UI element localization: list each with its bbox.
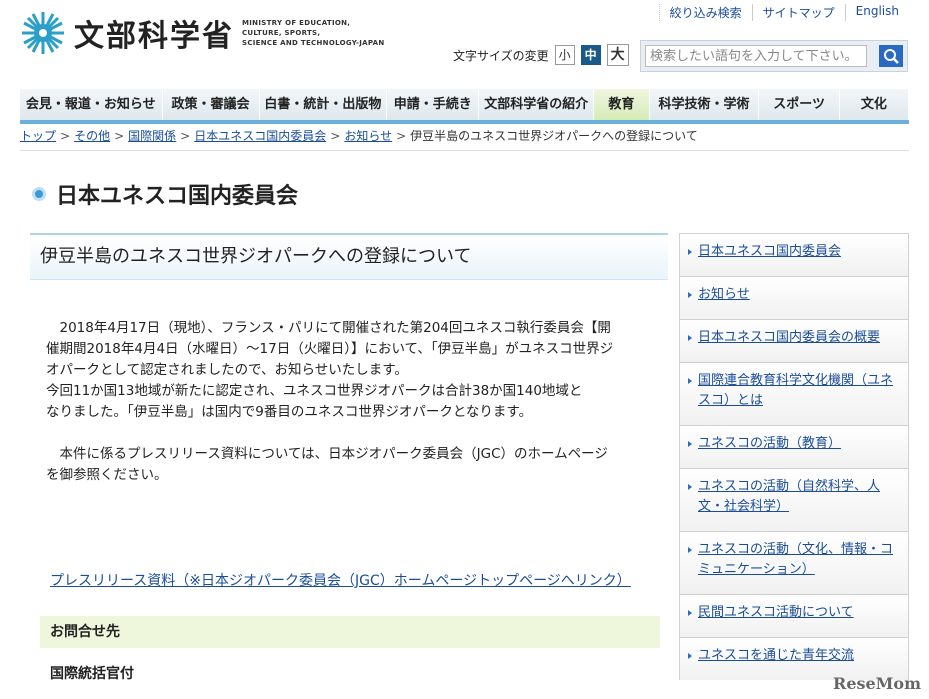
breadcrumb: トップ > その他 > 国際関係 > 日本ユネスコ国内委員会 > お知らせ > 伊豆半島のユネスコ世…	[20, 127, 909, 151]
nav-applications[interactable]: 申請・手続き	[387, 89, 480, 120]
page-title: 日本ユネスコ国内委員会	[32, 178, 298, 210]
breadcrumb-other[interactable]: その他	[74, 129, 110, 143]
watermark-logo: ReseMom	[833, 674, 921, 693]
article-heading: 伊豆半島のユネスコ世界ジオパークへの登録について	[30, 233, 668, 280]
article-body: 2018年4月17日（現地）、フランス・パリにて開催された第204回ユネスコ執行…	[46, 318, 666, 486]
nav-science[interactable]: 科学技術・学術	[649, 89, 760, 120]
paragraph-line: 今回11か国13地域が新たに認定され、ユネスコ世界ジオパークは合計38か国140…	[46, 383, 583, 399]
search-icon	[884, 49, 899, 64]
press-release-link[interactable]: プレスリリース資料（※日本ジオパーク委員会（JGC）ホームページトップページへリ…	[50, 570, 631, 590]
english-link[interactable]: English	[844, 4, 909, 21]
nav-press[interactable]: 会見・報道・お知らせ	[20, 89, 163, 120]
sidebar-item-unesco-committee[interactable]: 日本ユネスコ国内委員会	[679, 233, 909, 276]
breadcrumb-international[interactable]: 国際関係	[128, 129, 176, 143]
sidebar-item-culture[interactable]: ユネスコの活動（文化、情報・コミュニケーション）	[679, 531, 909, 594]
breadcrumb-current: 伊豆半島のユネスコ世界ジオパークへの登録について	[410, 129, 698, 143]
nav-whitepaper[interactable]: 白書・統計・出版物	[259, 89, 388, 120]
paragraph-line: を御参照ください。	[46, 467, 168, 483]
sidebar-item-notices[interactable]: お知らせ	[679, 276, 909, 319]
font-size-small-button[interactable]: 小	[554, 45, 575, 65]
global-nav: 会見・報道・お知らせ 政策・審議会 白書・統計・出版物 申請・手続き 文部科学省…	[20, 89, 909, 124]
nav-culture[interactable]: 文化	[839, 89, 909, 120]
sidebar-item-overview[interactable]: 日本ユネスコ国内委員会の概要	[679, 319, 909, 362]
font-size-medium-button[interactable]: 中	[580, 45, 601, 65]
sidebar-item-what-is-unesco[interactable]: 国際連合教育科学文化機関（ユネスコ）とは	[679, 362, 909, 425]
site-logo[interactable]: 文部科学省 MINISTRY OF EDUCATION, CULTURE, SP…	[20, 10, 385, 56]
sidebar-item-science[interactable]: ユネスコの活動（自然科学、人文・社会科学）	[679, 468, 909, 531]
font-size-label: 文字サイズの変更	[453, 48, 549, 63]
contact-heading: お問合せ先	[40, 616, 660, 648]
search-input[interactable]: 検索したい語句を入力して下さい。	[645, 45, 867, 67]
contact-department: 国際統括官付	[50, 666, 134, 682]
paragraph-line: なりました。「伊豆半島」は国内で9番目のユネスコ世界ジオパークとなります。	[46, 404, 533, 420]
logo-title: 文部科学省	[74, 19, 234, 54]
main-content: 伊豆半島のユネスコ世界ジオパークへの登録について 2018年4月17日（現地）、…	[30, 233, 668, 682]
sidebar-item-private[interactable]: 民間ユネスコ活動について	[679, 594, 909, 637]
paragraph-line: 2018年4月17日（現地）、フランス・パリにて開催された第204回ユネスコ執行…	[46, 320, 611, 336]
breadcrumb-notices[interactable]: お知らせ	[344, 129, 392, 143]
breadcrumb-top[interactable]: トップ	[20, 129, 56, 143]
mext-logo-icon	[20, 10, 66, 56]
nav-sports[interactable]: スポーツ	[759, 89, 840, 120]
bullet-icon	[32, 187, 46, 201]
sidebar: 日本ユネスコ国内委員会 お知らせ 日本ユネスコ国内委員会の概要 国際連合教育科学…	[679, 233, 909, 680]
filter-search-link[interactable]: 絞り込み検索	[658, 4, 752, 21]
nav-policy[interactable]: 政策・審議会	[162, 89, 260, 120]
paragraph-line: 本件に係るプレスリリース資料については、日本ジオパーク委員会（JGC）のホームペ…	[46, 446, 608, 462]
paragraph-line: 催期間2018年4月4日（水曜日）～17日（火曜日）】において、「伊豆半島」がユ…	[46, 341, 614, 357]
nav-about[interactable]: 文部科学省の紹介	[479, 89, 595, 120]
logo-english: MINISTRY OF EDUCATION, CULTURE, SPORTS, …	[242, 19, 385, 47]
font-size-large-button[interactable]: 大	[606, 44, 629, 66]
breadcrumb-unesco[interactable]: 日本ユネスコ国内委員会	[194, 129, 326, 143]
search-box: 検索したい語句を入力して下さい。	[640, 40, 908, 72]
paragraph-line: オパークとして認定されましたので、お知らせいたします。	[46, 362, 408, 378]
utility-nav: 絞り込み検索 サイトマップ English	[658, 4, 909, 21]
sitemap-link[interactable]: サイトマップ	[751, 4, 845, 21]
sidebar-item-education[interactable]: ユネスコの活動（教育）	[679, 425, 909, 468]
nav-education[interactable]: 教育	[594, 89, 650, 120]
search-button[interactable]	[879, 45, 903, 67]
font-size-control: 文字サイズの変更 小 中 大	[453, 44, 629, 66]
